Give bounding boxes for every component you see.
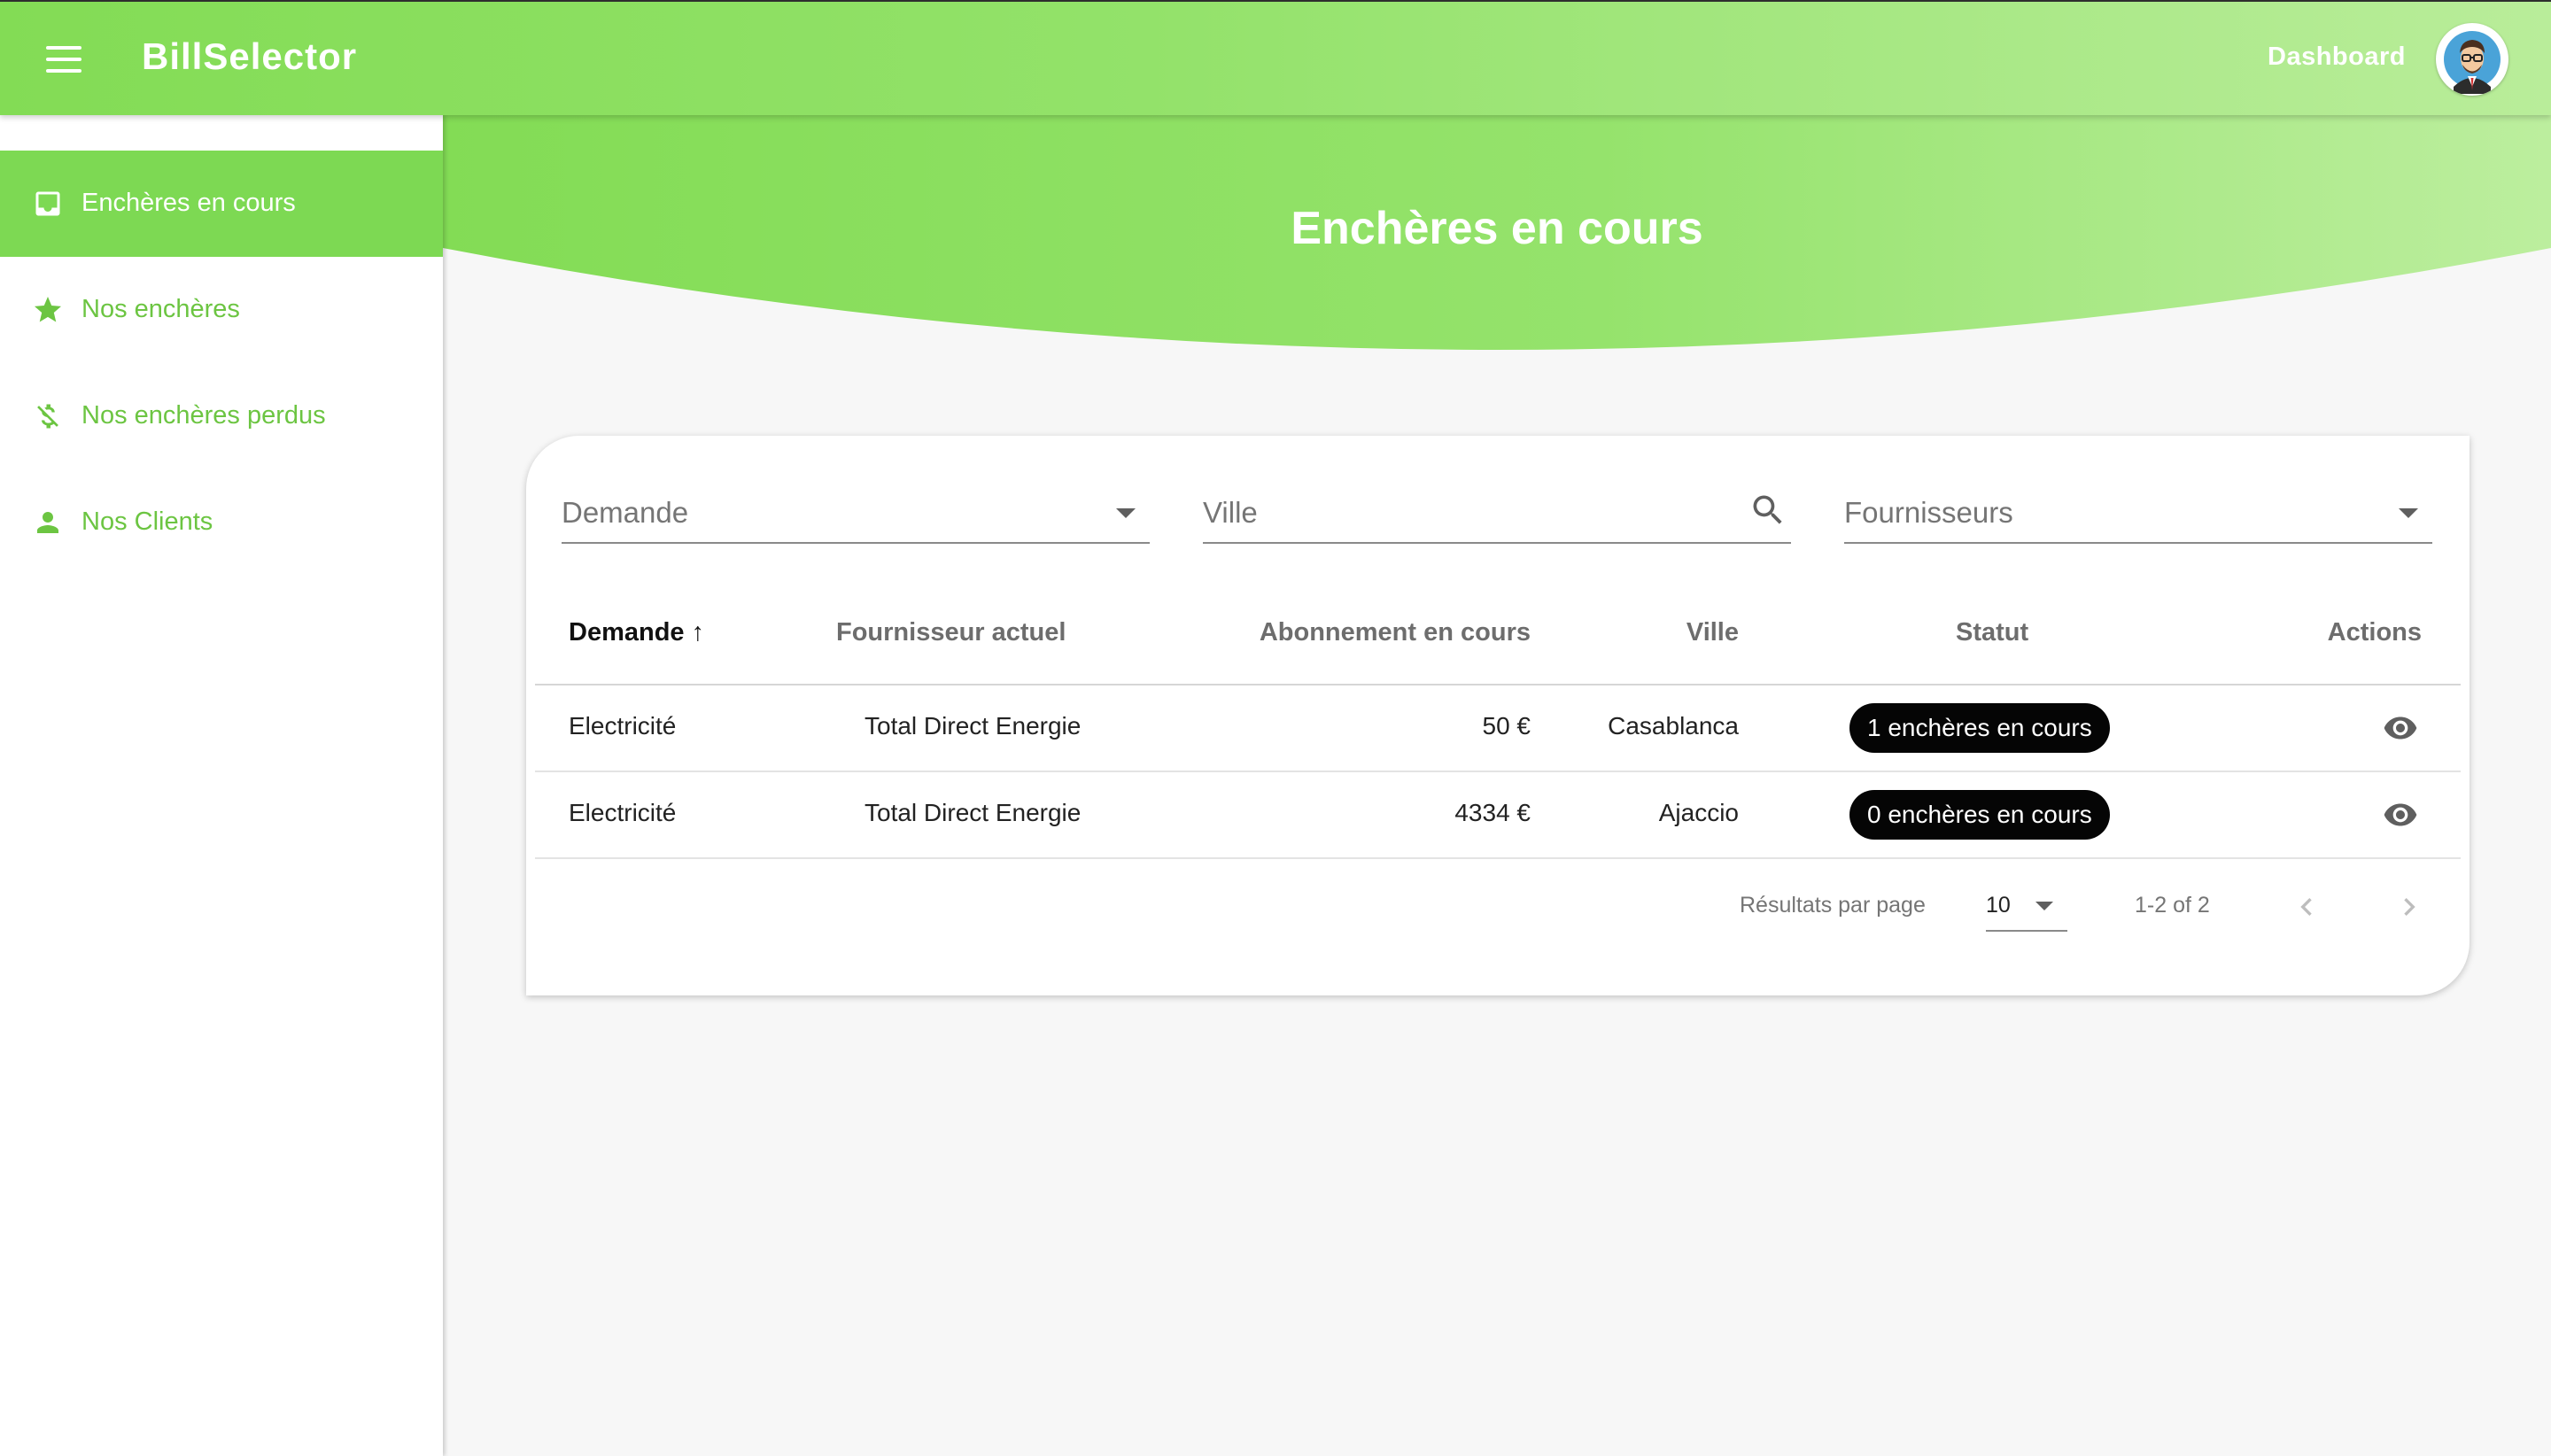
sidebar-item-label: Nos enchères perdus	[81, 401, 326, 430]
rows-per-page-value: 10	[1986, 893, 2011, 918]
cell-demande: Electricité	[569, 799, 677, 826]
person-icon	[37, 512, 58, 533]
cell-demande: Electricité	[569, 712, 677, 740]
ville-placeholder: Ville	[1203, 496, 1258, 529]
column-header-actions: Actions	[2327, 618, 2422, 647]
fournisseurs-select[interactable]: Fournisseurs	[1844, 491, 2432, 544]
column-header-ville[interactable]: Ville	[1686, 618, 1739, 647]
ville-search-input[interactable]: Ville	[1203, 491, 1791, 544]
column-header-statut: Statut	[1956, 618, 2029, 647]
cell-abonnement: 4334 €	[1454, 799, 1531, 826]
view-eye-icon[interactable]	[2379, 710, 2422, 746]
cell-fournisseur: Total Direct Energie	[865, 799, 1082, 826]
dashboard-link[interactable]: Dashboard	[2268, 43, 2406, 72]
cell-abonnement: 50 €	[1482, 712, 1531, 740]
cell-ville: Ajaccio	[1658, 799, 1739, 826]
rows-per-page-label: Résultats par page	[1740, 893, 1926, 918]
caret-down-icon	[2035, 902, 2053, 910]
page-range: 1-2 of 2	[2135, 893, 2210, 918]
sidebar-item-label: Enchères en cours	[81, 189, 296, 217]
column-header-fournisseur[interactable]: Fournisseur actuel	[836, 618, 1066, 647]
search-icon[interactable]	[1748, 491, 1787, 530]
sidebar-item-label: Nos enchères	[81, 295, 240, 323]
caret-down-icon	[2399, 508, 2418, 518]
chevron-right-icon[interactable]	[2392, 889, 2427, 925]
sidebar-item-nos-encheres[interactable]: Nos enchères	[0, 257, 443, 363]
cell-fournisseur: Total Direct Energie	[865, 712, 1082, 740]
column-header-abonnement[interactable]: Abonnement en cours	[1260, 618, 1531, 647]
auctions-card: Demande Ville Fournisseurs Demande ↑ Fou…	[526, 436, 2470, 995]
demande-placeholder: Demande	[562, 496, 689, 529]
chevron-left-icon[interactable]	[2289, 889, 2324, 925]
fournisseurs-placeholder: Fournisseurs	[1844, 496, 2013, 529]
top-app-bar: BillSelector Dashboard	[0, 0, 2551, 115]
cell-ville: Casablanca	[1608, 712, 1739, 740]
menu-icon[interactable]	[46, 46, 81, 73]
table-row: Electricité Total Direct Energie 4334 € …	[535, 772, 2461, 859]
view-eye-icon[interactable]	[2379, 797, 2422, 833]
user-avatar[interactable]	[2436, 23, 2508, 96]
page-title: Enchères en cours	[1291, 203, 1703, 254]
sidebar-item-nos-clients[interactable]: Nos Clients	[0, 469, 443, 576]
table-row: Electricité 50 € Total Direct Energie Ca…	[535, 685, 2461, 772]
column-header-demande[interactable]: Demande ↑	[569, 618, 704, 647]
app-title: BillSelector	[142, 35, 358, 77]
inbox-icon	[35, 191, 60, 216]
status-badge: 0 enchères en cours	[1849, 790, 2110, 840]
star-icon	[35, 297, 61, 322]
status-badge: 1 enchères en cours	[1849, 703, 2110, 753]
rows-per-page-select[interactable]: 10	[1986, 880, 2067, 932]
sidebar-item-label: Nos Clients	[81, 507, 213, 536]
sidebar-item-encheres-en-cours[interactable]: Enchères en cours	[0, 151, 443, 257]
sidebar: Enchères en cours Nos enchères Nos enchè…	[0, 115, 443, 1456]
table-header: Demande ↑ Fournisseur actuel Abonnement …	[535, 595, 2461, 685]
sidebar-item-nos-encheres-perdus[interactable]: Nos enchères perdus	[0, 363, 443, 469]
sort-arrow-icon: ↑	[691, 618, 705, 647]
demande-select[interactable]: Demande	[562, 491, 1150, 544]
caret-down-icon	[1116, 508, 1136, 518]
avatar-icon	[2444, 31, 2501, 94]
auctions-table: Demande ↑ Fournisseur actuel Abonnement …	[535, 595, 2461, 859]
pagination: Résultats par page 10 1-2 of 2	[526, 879, 2470, 949]
money-off-icon	[37, 404, 58, 429]
